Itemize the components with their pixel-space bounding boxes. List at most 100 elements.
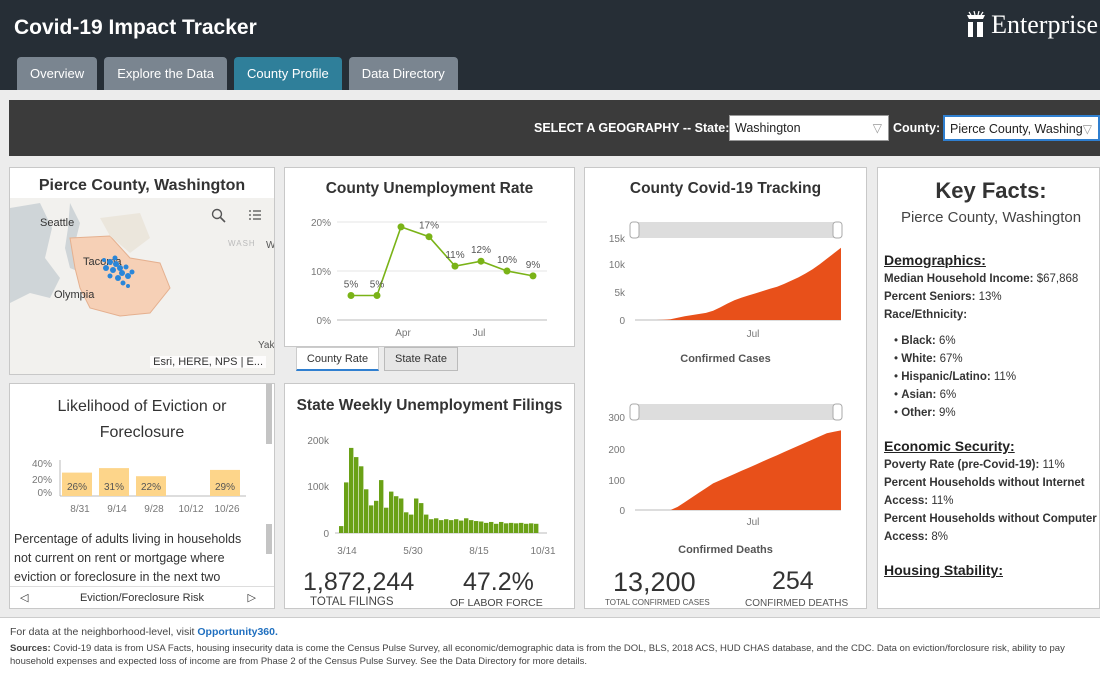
filings-bar[interactable] bbox=[444, 519, 449, 533]
eviction-xtick: 9/14 bbox=[107, 504, 127, 515]
tab-state-rate[interactable]: State Rate bbox=[384, 347, 458, 371]
covid-panel: County Covid-19 Tracking 15k 10k 5k 0 Ju… bbox=[584, 167, 867, 609]
unemployment-point[interactable] bbox=[373, 292, 381, 299]
filings-bar[interactable] bbox=[359, 466, 364, 533]
filings-bar[interactable] bbox=[509, 522, 514, 533]
filings-bar[interactable] bbox=[489, 521, 494, 533]
unemployment-point[interactable] bbox=[477, 257, 485, 265]
slider-handle[interactable] bbox=[629, 221, 640, 239]
county-label: County: bbox=[893, 121, 941, 135]
filings-bar[interactable] bbox=[374, 500, 379, 533]
race-item-white: • White: 67% bbox=[894, 353, 963, 365]
slider-handle[interactable] bbox=[832, 403, 843, 421]
county-select[interactable]: Pierce County, Washing ▽ bbox=[943, 115, 1100, 141]
filings-bar[interactable] bbox=[504, 523, 509, 533]
previous-arrow-icon[interactable]: ◁ bbox=[20, 587, 28, 609]
unemployment-point[interactable] bbox=[347, 292, 355, 299]
filings-bar[interactable] bbox=[349, 447, 354, 533]
unemployment-point[interactable] bbox=[451, 262, 459, 270]
tab-explore-the-data[interactable]: Explore the Data bbox=[104, 57, 228, 90]
filings-bar[interactable] bbox=[399, 498, 404, 534]
unemployment-data-label: 9% bbox=[526, 260, 541, 271]
list-icon[interactable] bbox=[247, 208, 263, 224]
filings-bar[interactable] bbox=[339, 526, 344, 533]
filings-bar[interactable] bbox=[449, 520, 454, 533]
slider-handle[interactable] bbox=[832, 221, 843, 239]
app-title: Covid-19 Impact Tracker bbox=[14, 16, 257, 39]
map-label-wash: WASH bbox=[228, 239, 256, 248]
eviction-xtick: 10/12 bbox=[178, 504, 203, 515]
unemployment-data-label: 10% bbox=[497, 255, 517, 266]
tab-data-directory[interactable]: Data Directory bbox=[348, 57, 458, 90]
enterprise-logo-icon bbox=[967, 11, 986, 37]
unemployment-data-label: 12% bbox=[471, 245, 491, 256]
cases-chart: 15k 10k 5k 0 Jul bbox=[609, 221, 843, 340]
county-map[interactable]: Seattle Tacoma Olympia WASH W Yak bbox=[10, 198, 274, 374]
map-attribution[interactable]: Esri, HERE, NPS | E... bbox=[150, 356, 266, 368]
unemp-ytick: 10% bbox=[311, 267, 331, 278]
unemployment-point[interactable] bbox=[503, 267, 511, 275]
filings-bar[interactable] bbox=[364, 489, 369, 533]
deaths-ytick: 200 bbox=[608, 445, 625, 456]
filings-bar[interactable] bbox=[344, 482, 349, 533]
unemployment-point[interactable] bbox=[529, 272, 537, 280]
filings-bar[interactable] bbox=[439, 520, 444, 533]
deaths-ytick: 300 bbox=[608, 413, 625, 424]
filings-bar[interactable] bbox=[454, 519, 459, 533]
unemployment-point[interactable] bbox=[425, 233, 433, 241]
opportunity360-link[interactable]: Opportunity360. bbox=[197, 626, 278, 638]
filings-bar[interactable] bbox=[474, 521, 479, 533]
filings-bar[interactable] bbox=[524, 523, 529, 533]
eviction-data-label: 29% bbox=[215, 482, 235, 493]
filings-bar[interactable] bbox=[519, 522, 524, 533]
unemployment-data-label: 17% bbox=[419, 221, 439, 232]
tab-county-rate[interactable]: County Rate bbox=[296, 347, 379, 371]
filings-bar[interactable] bbox=[409, 514, 414, 533]
filings-bar[interactable] bbox=[529, 523, 534, 533]
filings-bar[interactable] bbox=[354, 457, 359, 533]
filings-bar[interactable] bbox=[404, 512, 409, 533]
geography-selector-bar: SELECT A GEOGRAPHY -- State: Washington … bbox=[9, 100, 1100, 156]
unemployment-point[interactable] bbox=[397, 223, 405, 231]
search-icon[interactable] bbox=[211, 208, 227, 224]
labor-force-label: OF LABOR FORCE bbox=[450, 597, 543, 609]
filings-ytick: 100k bbox=[307, 482, 330, 493]
filings-bar[interactable] bbox=[394, 496, 399, 533]
slider-handle[interactable] bbox=[629, 403, 640, 421]
state-select[interactable]: Washington ▽ bbox=[729, 115, 889, 141]
filings-bar[interactable] bbox=[479, 521, 484, 534]
filings-bar[interactable] bbox=[534, 523, 539, 533]
filings-bar[interactable] bbox=[424, 514, 429, 533]
filings-bar[interactable] bbox=[389, 491, 394, 533]
filings-bar[interactable] bbox=[429, 519, 434, 533]
filings-bar[interactable] bbox=[379, 480, 384, 533]
unemp-xtick: Apr bbox=[395, 328, 411, 339]
filings-bar[interactable] bbox=[419, 503, 424, 533]
scrollbar-thumb[interactable] bbox=[266, 384, 272, 444]
eviction-nav-label: Eviction/Foreclosure Risk bbox=[79, 592, 205, 604]
key-facts-title: Key Facts: bbox=[935, 178, 1047, 203]
brand-logo[interactable]: Enterprise bbox=[965, 10, 1098, 40]
filings-bar[interactable] bbox=[459, 520, 464, 533]
race-item-other: • Other: 9% bbox=[894, 407, 956, 419]
tab-county-profile[interactable]: County Profile bbox=[234, 57, 342, 90]
scrollbar-thumb[interactable] bbox=[266, 524, 272, 554]
main-tabs: Overview Explore the Data County Profile… bbox=[17, 57, 465, 90]
filings-bar[interactable] bbox=[469, 520, 474, 533]
deaths-range-slider[interactable] bbox=[630, 404, 842, 420]
deaths-chart: 300 200 100 0 Jul bbox=[608, 403, 843, 528]
cases-range-slider[interactable] bbox=[630, 222, 842, 238]
tab-overview[interactable]: Overview bbox=[17, 57, 98, 90]
filings-bar[interactable] bbox=[464, 518, 469, 533]
next-arrow-icon[interactable]: ▷ bbox=[248, 587, 256, 609]
app-header: Covid-19 Impact Tracker Enterprise Overv… bbox=[0, 0, 1100, 90]
filings-bar[interactable] bbox=[384, 507, 389, 533]
filings-bar[interactable] bbox=[369, 505, 374, 533]
filings-bar[interactable] bbox=[494, 523, 499, 533]
cases-ytick: 15k bbox=[609, 234, 626, 245]
filings-bar[interactable] bbox=[499, 521, 504, 533]
filings-bar[interactable] bbox=[514, 523, 519, 533]
filings-bar[interactable] bbox=[414, 498, 419, 534]
filings-bar[interactable] bbox=[434, 518, 439, 533]
filings-bar[interactable] bbox=[484, 522, 489, 533]
